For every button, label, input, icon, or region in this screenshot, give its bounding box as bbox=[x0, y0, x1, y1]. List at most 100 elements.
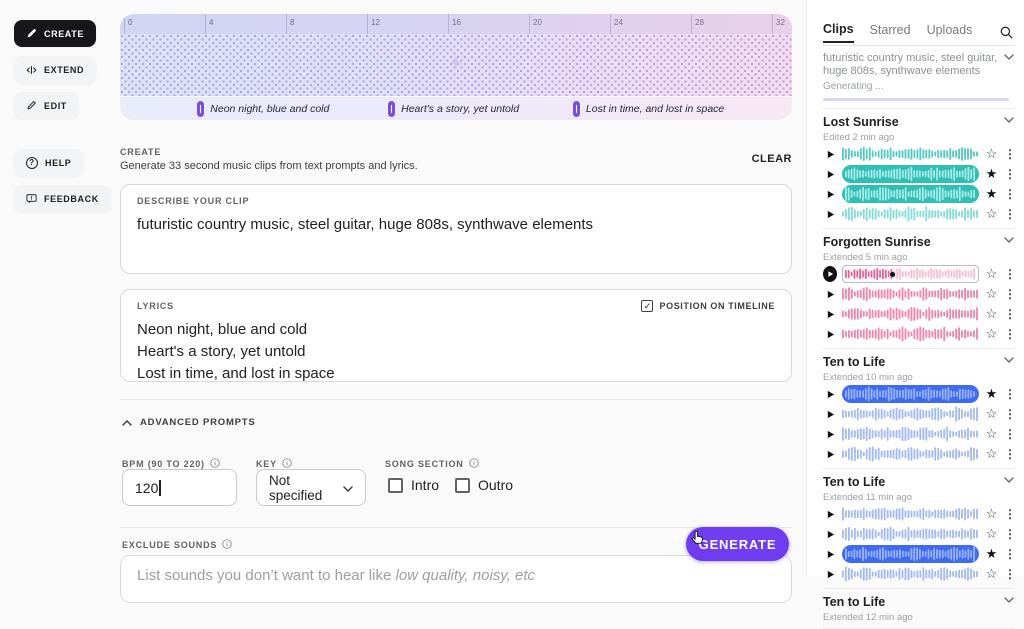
lyric-marker-pill-icon[interactable] bbox=[573, 101, 580, 117]
play-button[interactable] bbox=[823, 550, 837, 559]
more-options-button[interactable]: ⋮ bbox=[1004, 207, 1014, 221]
star-button[interactable]: ★ bbox=[984, 385, 999, 403]
waveform[interactable] bbox=[842, 325, 979, 343]
chevron-down-icon[interactable] bbox=[1004, 357, 1014, 363]
clip-row[interactable]: ☆⋮ bbox=[823, 205, 1014, 223]
clear-button[interactable]: CLEAR bbox=[752, 153, 792, 165]
clip-row[interactable]: ☆⋮ bbox=[823, 325, 1014, 343]
clip-group-header[interactable]: Ten to LifeExtended 11 min ago bbox=[823, 475, 1014, 503]
outro-checkbox[interactable]: Outro bbox=[455, 477, 513, 493]
star-button[interactable]: ☆ bbox=[984, 205, 999, 223]
lyric-marker-pill-icon[interactable] bbox=[388, 101, 395, 117]
clip-group-header[interactable]: Ten to LifeExtended 10 min ago bbox=[823, 355, 1014, 383]
timeline-panel[interactable]: 048121620242832 Neon night, blue and col… bbox=[120, 14, 792, 120]
clip-group-header[interactable]: Forgotten SunriseExtended 5 min ago bbox=[823, 235, 1014, 263]
info-icon[interactable] bbox=[222, 536, 232, 554]
play-button[interactable] bbox=[823, 410, 837, 419]
tab-uploads[interactable]: Uploads bbox=[927, 23, 973, 42]
play-button[interactable] bbox=[823, 510, 837, 519]
exclude-sounds-input[interactable]: List sounds you don’t want to hear like … bbox=[120, 555, 792, 603]
clip-row[interactable]: ★⋮ bbox=[823, 385, 1014, 403]
star-button[interactable]: ☆ bbox=[984, 505, 999, 523]
chevron-down-icon[interactable] bbox=[1004, 117, 1014, 123]
more-options-button[interactable]: ⋮ bbox=[1004, 327, 1014, 341]
more-options-button[interactable]: ⋮ bbox=[1004, 427, 1014, 441]
star-button[interactable]: ☆ bbox=[984, 305, 999, 323]
clip-group-header[interactable]: futuristic country music, steel guitar, … bbox=[823, 52, 1014, 103]
info-icon[interactable] bbox=[469, 455, 479, 473]
star-button[interactable]: ☆ bbox=[984, 265, 999, 283]
edit-nav-button[interactable]: EDIT bbox=[14, 92, 79, 119]
more-options-button[interactable]: ⋮ bbox=[1004, 187, 1014, 201]
lyric-marker[interactable]: Neon night, blue and cold bbox=[197, 101, 329, 117]
clip-row[interactable]: ★⋮ bbox=[823, 185, 1014, 203]
more-options-button[interactable]: ⋮ bbox=[1004, 287, 1014, 301]
more-options-button[interactable]: ⋮ bbox=[1004, 567, 1014, 581]
clip-row[interactable]: ☆⋮ bbox=[823, 145, 1014, 163]
more-options-button[interactable]: ⋮ bbox=[1004, 547, 1014, 561]
star-button[interactable]: ☆ bbox=[984, 285, 999, 303]
play-button[interactable] bbox=[823, 530, 837, 539]
play-button[interactable] bbox=[823, 390, 837, 399]
waveform[interactable] bbox=[842, 505, 979, 523]
chevron-down-icon[interactable] bbox=[1004, 54, 1014, 60]
play-button[interactable] bbox=[823, 430, 837, 439]
play-button[interactable] bbox=[823, 570, 837, 579]
waveform[interactable] bbox=[842, 145, 979, 163]
star-button[interactable]: ☆ bbox=[984, 425, 999, 443]
waveform[interactable] bbox=[842, 445, 979, 463]
waveform[interactable] bbox=[842, 425, 979, 443]
play-button[interactable] bbox=[823, 290, 837, 299]
waveform-selected[interactable] bbox=[842, 165, 979, 183]
clip-row[interactable]: ☆⋮ bbox=[823, 565, 1014, 583]
create-nav-button[interactable]: CREATE bbox=[14, 20, 96, 47]
waveform-playing[interactable] bbox=[842, 265, 979, 283]
star-button[interactable]: ☆ bbox=[984, 145, 999, 163]
pause-button[interactable] bbox=[823, 266, 837, 282]
play-button[interactable] bbox=[823, 190, 837, 199]
tab-clips[interactable]: Clips bbox=[823, 22, 854, 43]
advanced-prompts-toggle[interactable]: ADVANCED PROMPTS bbox=[122, 413, 256, 431]
clip-group-header[interactable]: Ten to LifeExtended 12 min ago bbox=[823, 595, 1014, 623]
clip-row[interactable]: ☆⋮ bbox=[823, 285, 1014, 303]
generate-button[interactable]: GENERATE bbox=[686, 527, 789, 561]
waveform-selected[interactable] bbox=[842, 545, 979, 563]
waveform[interactable] bbox=[842, 285, 979, 303]
waveform-selected[interactable] bbox=[842, 385, 979, 403]
clip-row[interactable]: ☆⋮ bbox=[823, 265, 1014, 283]
play-button[interactable] bbox=[823, 210, 837, 219]
tab-starred[interactable]: Starred bbox=[870, 23, 911, 42]
star-button[interactable]: ☆ bbox=[984, 405, 999, 423]
waveform[interactable] bbox=[842, 205, 979, 223]
play-button[interactable] bbox=[823, 330, 837, 339]
help-button[interactable]: ? HELP bbox=[14, 149, 83, 176]
waveform[interactable] bbox=[842, 525, 979, 543]
waveform-selected[interactable] bbox=[842, 185, 979, 203]
play-button[interactable] bbox=[823, 450, 837, 459]
lyric-marker[interactable]: Heart's a story, yet untold bbox=[388, 101, 519, 117]
clip-row[interactable]: ☆⋮ bbox=[823, 425, 1014, 443]
star-button[interactable]: ☆ bbox=[984, 445, 999, 463]
clip-row[interactable]: ☆⋮ bbox=[823, 525, 1014, 543]
lyric-marker[interactable]: Lost in time, and lost in space bbox=[573, 101, 724, 117]
more-options-button[interactable]: ⋮ bbox=[1004, 447, 1014, 461]
play-button[interactable] bbox=[823, 310, 837, 319]
more-options-button[interactable]: ⋮ bbox=[1004, 507, 1014, 521]
more-options-button[interactable]: ⋮ bbox=[1004, 527, 1014, 541]
chevron-down-icon[interactable] bbox=[1004, 597, 1014, 603]
waveform[interactable] bbox=[842, 565, 979, 583]
lyrics-input[interactable]: LYRICS ✓ POSITION ON TIMELINE Neon night… bbox=[120, 289, 792, 382]
timeline-ruler[interactable]: 048121620242832 bbox=[120, 14, 792, 34]
more-options-button[interactable]: ⋮ bbox=[1004, 167, 1014, 181]
clip-row[interactable]: ☆⋮ bbox=[823, 505, 1014, 523]
star-button[interactable]: ★ bbox=[984, 165, 999, 183]
bpm-input[interactable]: 120 bbox=[122, 469, 237, 506]
playhead[interactable] bbox=[890, 272, 895, 277]
clip-row[interactable]: ☆⋮ bbox=[823, 305, 1014, 323]
star-button[interactable]: ☆ bbox=[984, 565, 999, 583]
key-select[interactable]: Not specified bbox=[256, 469, 366, 506]
search-icon[interactable] bbox=[999, 25, 1014, 40]
more-options-button[interactable]: ⋮ bbox=[1004, 387, 1014, 401]
more-options-button[interactable]: ⋮ bbox=[1004, 407, 1014, 421]
clip-row[interactable]: ☆⋮ bbox=[823, 405, 1014, 423]
